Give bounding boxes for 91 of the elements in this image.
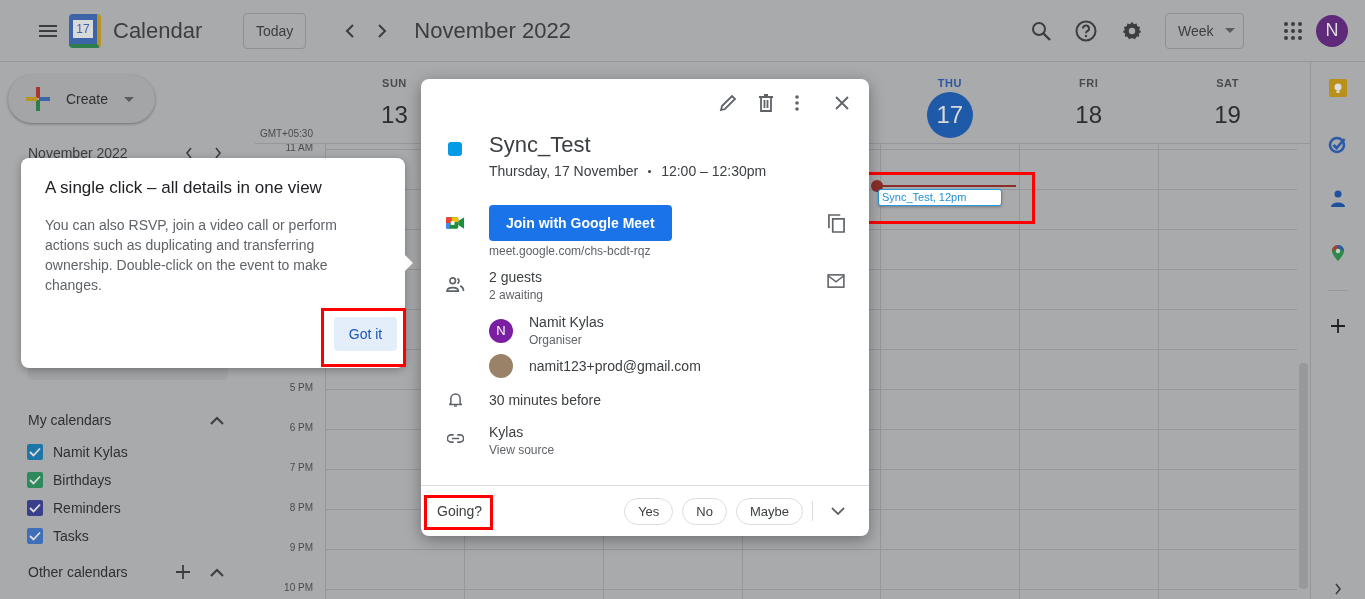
- add-icon[interactable]: [1331, 319, 1345, 333]
- add-icon[interactable]: [176, 565, 190, 579]
- meeting-link[interactable]: meet.google.com/chs-bcdt-rqz: [489, 244, 828, 258]
- app-name: Calendar: [113, 17, 204, 44]
- calendar-checkbox[interactable]: [27, 500, 43, 516]
- guest-status: 2 awaiting: [489, 288, 545, 302]
- dropdown-caret-icon: [1225, 28, 1235, 33]
- search-icon[interactable]: [1031, 20, 1051, 41]
- mini-calendar-title: November 2022: [28, 145, 129, 161]
- video-camera-icon: [445, 215, 465, 231]
- next-icon[interactable]: [214, 147, 222, 159]
- link-icon: [446, 434, 464, 443]
- settings-icon[interactable]: [1121, 19, 1143, 42]
- calendar-checkbox[interactable]: [27, 528, 43, 544]
- people-icon: [445, 277, 465, 292]
- edit-icon[interactable]: [719, 94, 737, 112]
- expand-icon[interactable]: [1334, 583, 1342, 595]
- next-icon[interactable]: [377, 23, 388, 38]
- event-title: Sync_Test: [489, 131, 592, 159]
- calendar-name: Kylas: [489, 424, 525, 440]
- timezone-label: GMT+05:30: [259, 128, 313, 139]
- guest-name: Namit Kylas: [529, 314, 605, 330]
- guest-count: 2 guests: [489, 269, 543, 285]
- close-icon[interactable]: [835, 96, 849, 110]
- photo-placeholder: [489, 354, 513, 378]
- rsvp-button[interactable]: No: [682, 497, 727, 525]
- calendar-label: Tasks: [53, 528, 89, 544]
- day-number[interactable]: 18: [1065, 92, 1112, 138]
- today-button[interactable]: Today: [243, 12, 307, 49]
- join-meeting-button[interactable]: Join with Google Meet: [489, 205, 672, 241]
- highlight-frame: [424, 495, 493, 530]
- event-date: Thursday, 17 November: [489, 163, 639, 179]
- view-dropdown[interactable]: Week: [1165, 12, 1244, 49]
- time-label: 10 PM: [284, 582, 313, 593]
- section-title: Other calendars: [28, 564, 129, 580]
- time-label: 5 PM: [289, 382, 313, 393]
- weekday-label: SAT: [1216, 77, 1239, 89]
- separator-dot: [648, 169, 652, 173]
- bell-icon: [448, 392, 462, 407]
- more-options-icon[interactable]: [795, 95, 799, 111]
- account-avatar[interactable]: N: [1316, 14, 1348, 47]
- logo-date: 17: [73, 19, 93, 38]
- event-time: 12:00 – 12:30pm: [661, 163, 767, 179]
- guest-name: namit123+prod@gmail.com: [529, 358, 702, 374]
- section-title: My calendars: [28, 412, 113, 428]
- day-number[interactable]: 17: [926, 92, 973, 138]
- time-label: 6 PM: [289, 422, 313, 433]
- time-label: 7 PM: [289, 462, 313, 473]
- task-check-icon[interactable]: [1328, 134, 1348, 154]
- map-pin-icon[interactable]: [1331, 244, 1345, 262]
- calendar-checkbox[interactable]: [27, 472, 43, 488]
- reminder-text: 30 minutes before: [489, 392, 602, 408]
- delete-icon[interactable]: [759, 94, 773, 112]
- calendar-checkbox[interactable]: [27, 444, 43, 460]
- plus-icon: [24, 85, 52, 113]
- person-icon[interactable]: [1330, 190, 1346, 208]
- period-title: November 2022: [414, 17, 571, 44]
- collapse-icon[interactable]: [210, 415, 224, 425]
- rsvp-button[interactable]: Maybe: [735, 497, 803, 525]
- tooltip-title: A single click – all details in one view: [45, 178, 323, 198]
- expand-icon[interactable]: [831, 506, 845, 516]
- calendar-label: Namit Kylas: [53, 444, 128, 460]
- event-color-square: [448, 142, 462, 156]
- create-button[interactable]: Create: [8, 75, 155, 123]
- time-label: 11 AM: [285, 144, 313, 153]
- event-chip[interactable]: Sync_Test, 12pm: [878, 189, 1002, 206]
- day-number[interactable]: 19: [1204, 92, 1251, 138]
- copy-icon[interactable]: [828, 214, 845, 233]
- previous-icon[interactable]: [185, 147, 193, 159]
- collapse-icon[interactable]: [210, 567, 224, 577]
- weekday-label: SUN: [382, 77, 407, 89]
- previous-icon[interactable]: [345, 23, 356, 38]
- guest-avatar: N: [489, 318, 513, 343]
- time-label: 8 PM: [289, 502, 313, 513]
- calendar-label: Birthdays: [53, 472, 112, 488]
- mail-icon[interactable]: [827, 274, 845, 288]
- view-source-link[interactable]: View source: [489, 443, 849, 457]
- dropdown-caret-icon: [124, 96, 135, 102]
- tooltip-text: You can also RSVP, join a video call or perform actions such as duplicating and transferring ownership. Double-click on the event to make changes.: [45, 216, 338, 295]
- calendar-label: Reminders: [53, 500, 121, 516]
- help-icon[interactable]: [1075, 19, 1097, 42]
- rsvp-button[interactable]: Yes: [624, 497, 674, 525]
- got-it-button[interactable]: Got it: [334, 317, 397, 351]
- menu-icon[interactable]: [39, 24, 57, 37]
- weekday-label: THU: [937, 77, 962, 89]
- time-label: 9 PM: [289, 542, 313, 553]
- weekday-label: FRI: [1079, 77, 1099, 89]
- day-number[interactable]: 13: [371, 92, 418, 138]
- apps-grid-icon[interactable]: [1284, 21, 1302, 40]
- rsvp-label: Going?: [437, 503, 483, 519]
- guest-role: Organiser: [529, 333, 583, 347]
